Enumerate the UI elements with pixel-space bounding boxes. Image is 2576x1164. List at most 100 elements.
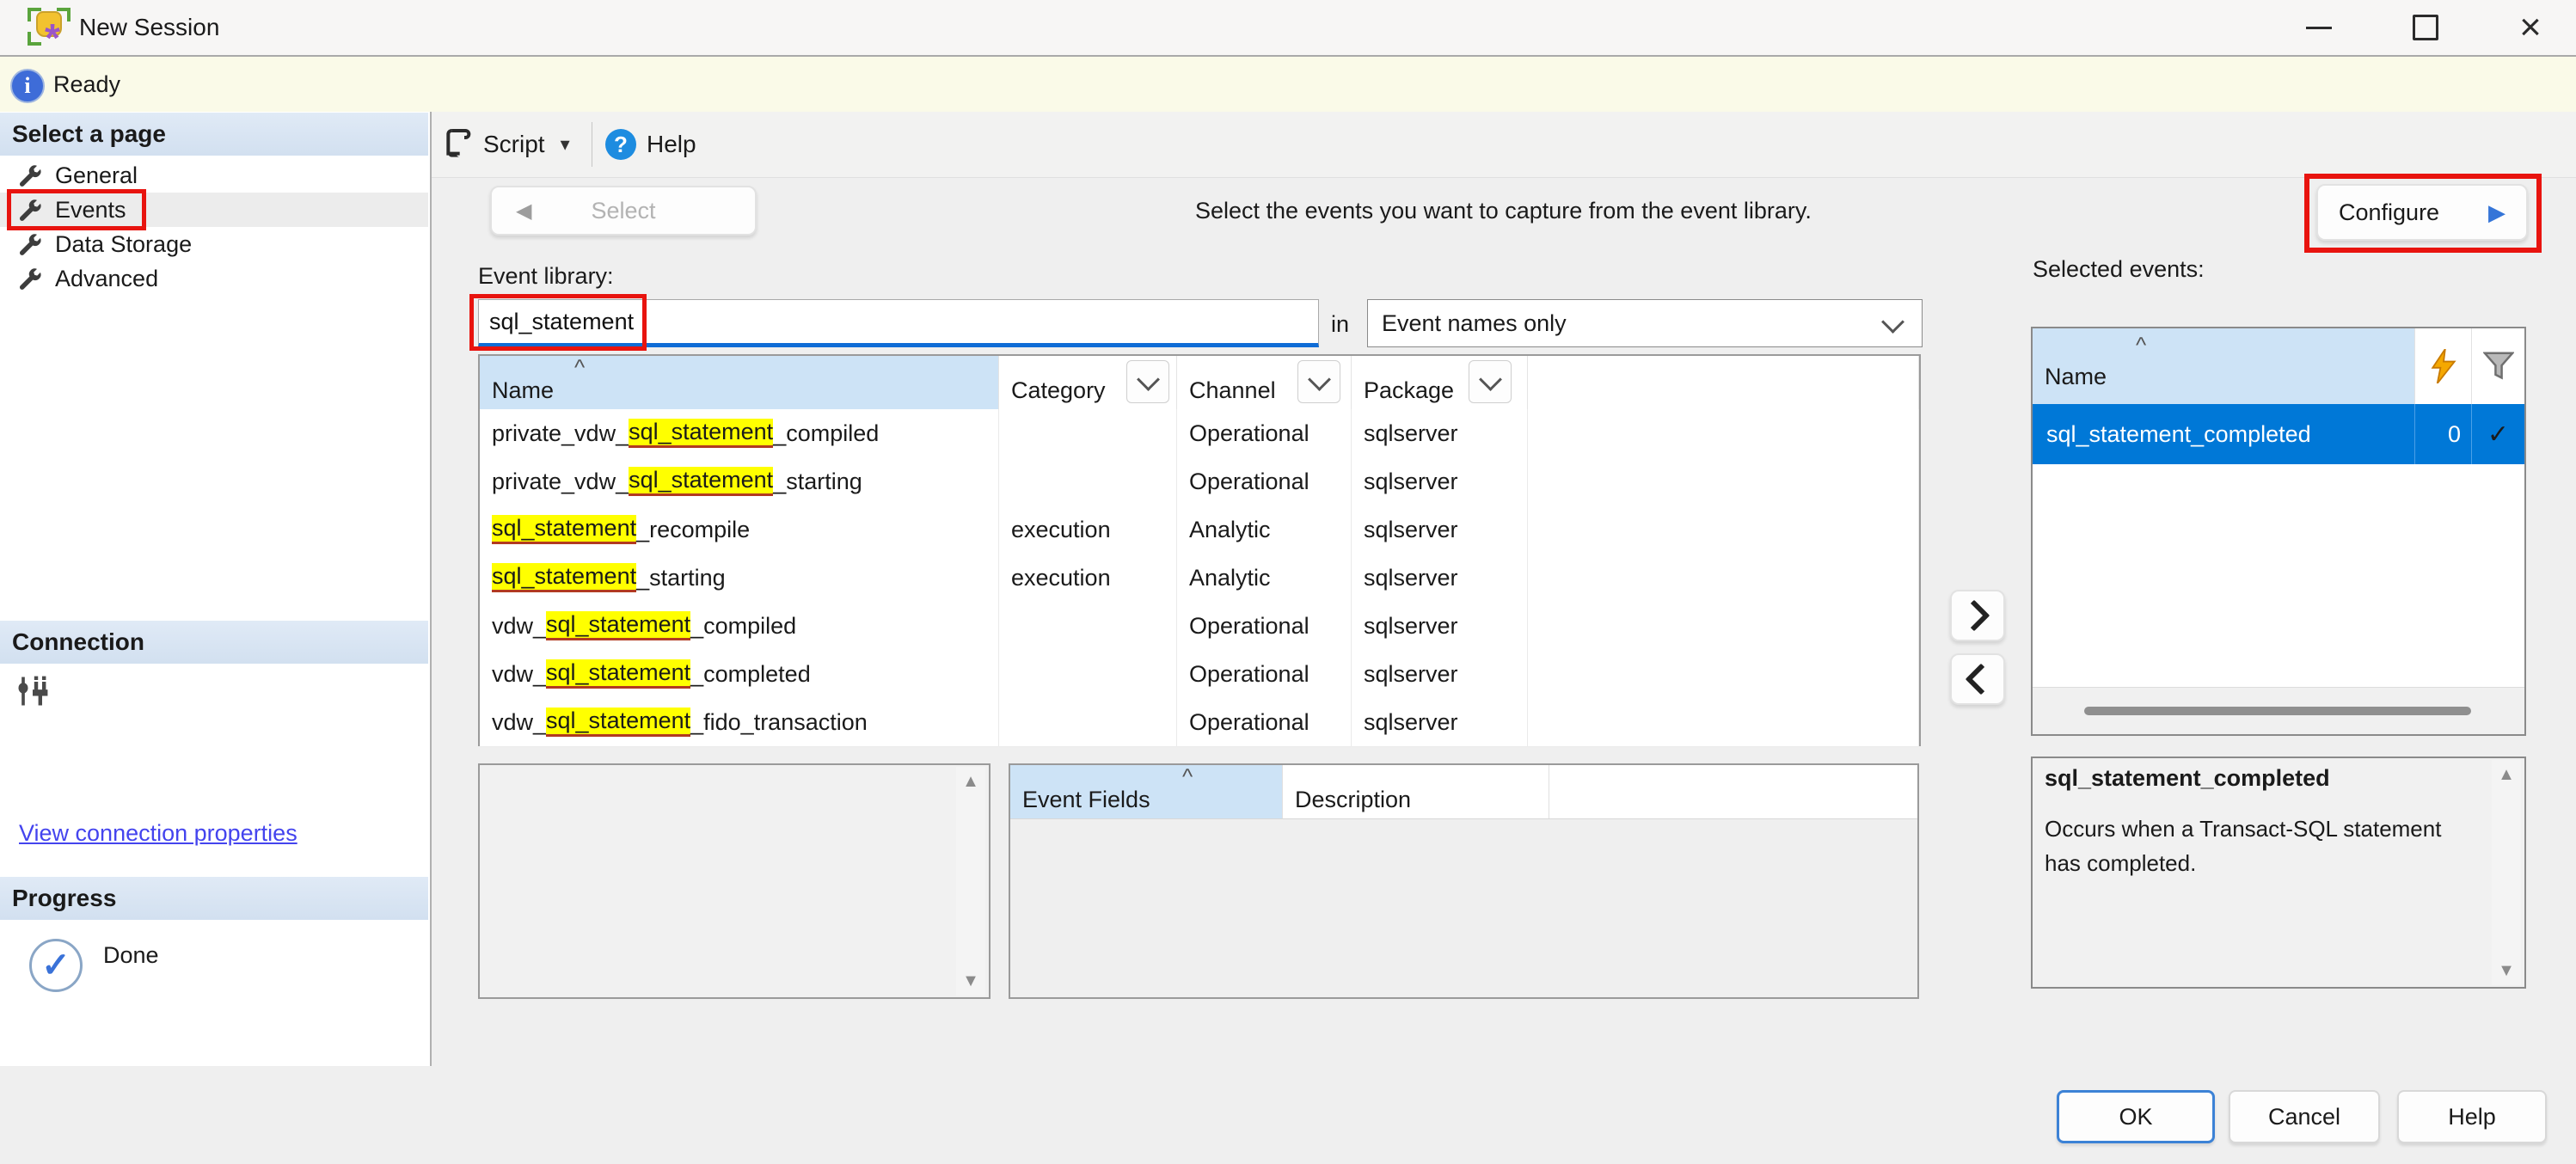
chevron-down-icon xyxy=(1881,310,1904,334)
event-library-label: Event library: xyxy=(478,263,614,290)
script-label: Script xyxy=(483,131,545,158)
progress-header: Progress xyxy=(0,877,428,920)
cancel-button[interactable]: Cancel xyxy=(2229,1090,2380,1143)
select-a-page-header: Select a page xyxy=(0,113,428,156)
horizontal-scrollbar[interactable] xyxy=(2033,687,2524,734)
sort-asc-icon: ^ xyxy=(574,354,585,381)
column-header-name[interactable]: ^ Name xyxy=(2033,328,2415,404)
help-button-footer[interactable]: Help xyxy=(2397,1090,2547,1143)
vertical-scrollbar[interactable]: ▲ ▼ xyxy=(2492,760,2521,985)
help-button[interactable]: ? Help xyxy=(605,112,696,177)
event-description-panel: sql_statement_completed Occurs when a Tr… xyxy=(2031,757,2526,989)
column-header-event-count[interactable] xyxy=(2415,328,2472,404)
channel-filter-dropdown[interactable] xyxy=(1297,360,1340,403)
event-row[interactable]: vdw_sql_statement_fido_transaction Opera… xyxy=(480,698,1919,747)
configure-button[interactable]: Configure ▶ xyxy=(2316,184,2528,241)
sidebar-item-label: Advanced xyxy=(55,266,158,292)
column-header-filler xyxy=(1549,765,1917,818)
scrollbar-thumb[interactable] xyxy=(2084,707,2471,715)
wrench-icon xyxy=(17,197,43,223)
configure-button-label: Configure xyxy=(2339,199,2439,226)
selected-event-name: sql_statement_completed xyxy=(2033,404,2415,464)
chevron-down-icon xyxy=(1137,368,1160,391)
description-body: Occurs when a Transact-SQL statement has… xyxy=(2045,812,2475,881)
search-scope-select[interactable]: Event names only xyxy=(1367,299,1923,347)
sort-asc-icon: ^ xyxy=(2136,332,2146,358)
sort-asc-icon: ^ xyxy=(1182,763,1193,790)
help-label: Help xyxy=(647,131,696,158)
event-row[interactable]: vdw_sql_statement_compiled Operational s… xyxy=(480,602,1919,651)
sidebar-item-events[interactable]: Events xyxy=(0,193,428,227)
minimize-button[interactable] xyxy=(2289,0,2349,55)
column-header-filter[interactable] xyxy=(2472,328,2524,404)
sidebar: Select a page General Events Data Storag… xyxy=(0,112,432,1066)
window-title: New Session xyxy=(79,0,219,55)
scroll-down-icon[interactable]: ▼ xyxy=(956,966,985,996)
event-library-search-input[interactable] xyxy=(478,299,1319,347)
package-filter-dropdown[interactable] xyxy=(1469,360,1512,403)
scroll-down-icon[interactable]: ▼ xyxy=(2492,956,2521,985)
column-header-description[interactable]: Description xyxy=(1283,765,1549,818)
main-toolbar: Script ▾ ? Help xyxy=(432,112,2576,178)
event-fields-table: ^ Event Fields Description xyxy=(1009,763,1919,999)
maximize-button[interactable] xyxy=(2395,0,2456,55)
close-icon: × xyxy=(2519,9,2542,46)
sidebar-item-advanced[interactable]: Advanced xyxy=(0,261,428,296)
event-library-table: ^ Name Category Channel Package private_… xyxy=(478,354,1921,746)
selected-event-row[interactable]: sql_statement_completed 0 ✓ xyxy=(2033,404,2524,464)
sidebar-item-general[interactable]: General xyxy=(0,158,428,193)
event-table-header: ^ Name Category Channel Package xyxy=(480,356,1919,410)
column-header-name[interactable]: ^ Name xyxy=(480,356,999,409)
back-arrow-icon: ◀ xyxy=(516,199,531,224)
description-title: sql_statement_completed xyxy=(2045,765,2330,792)
add-event-button[interactable] xyxy=(1950,590,2005,641)
scroll-up-icon[interactable]: ▲ xyxy=(2492,760,2521,789)
wrench-icon xyxy=(17,266,43,291)
selected-events-label: Selected events: xyxy=(2033,256,2205,283)
script-dropdown-caret-icon[interactable]: ▾ xyxy=(561,133,570,156)
event-row[interactable]: vdw_sql_statement_completed Operational … xyxy=(480,650,1919,699)
chevron-down-icon xyxy=(1479,368,1502,391)
ok-button[interactable]: OK xyxy=(2057,1090,2215,1143)
maximize-icon xyxy=(2413,15,2438,40)
event-preview-pane: ▲ ▼ xyxy=(478,763,991,999)
column-header-event-fields[interactable]: ^ Event Fields xyxy=(1010,765,1283,818)
search-scope-value: Event names only xyxy=(1382,310,1567,337)
in-label: in xyxy=(1331,311,1349,338)
script-button[interactable]: Script ▾ xyxy=(444,112,570,177)
forward-arrow-icon: ▶ xyxy=(2488,199,2505,226)
select-button-label: Select xyxy=(591,198,655,224)
sidebar-item-label: Data Storage xyxy=(55,231,192,258)
wrench-icon xyxy=(17,231,43,257)
progress-done-icon: ✓ xyxy=(29,939,83,992)
wrench-icon xyxy=(17,162,43,188)
category-filter-dropdown[interactable] xyxy=(1126,360,1169,403)
event-row[interactable]: private_vdw_sql_statement_compiled Opera… xyxy=(480,409,1919,458)
instruction-text: Select the events you want to capture fr… xyxy=(1195,198,1812,224)
selected-event-count: 0 xyxy=(2415,404,2472,464)
remove-event-button[interactable] xyxy=(1950,653,2005,705)
event-row[interactable]: sql_statement_recompile execution Analyt… xyxy=(480,505,1919,554)
close-button[interactable]: × xyxy=(2500,0,2561,55)
column-header-package[interactable]: Package xyxy=(1352,356,1528,409)
lightning-icon xyxy=(2431,349,2456,383)
event-row[interactable]: private_vdw_sql_statement_starting Opera… xyxy=(480,457,1919,506)
new-session-dialog: * New Session × i Ready Select a page Ge… xyxy=(0,0,2576,1164)
view-connection-properties-link[interactable]: View connection properties xyxy=(19,820,297,847)
select-events-button[interactable]: ◀ Select xyxy=(490,186,757,236)
chevron-left-icon xyxy=(1966,664,1997,695)
script-icon xyxy=(444,128,471,161)
minimize-icon xyxy=(2306,27,2332,29)
scroll-up-icon[interactable]: ▲ xyxy=(956,767,985,796)
help-icon: ? xyxy=(605,129,636,160)
event-row[interactable]: sql_statement_starting execution Analyti… xyxy=(480,554,1919,603)
connection-header: Connection xyxy=(0,621,428,664)
filter-icon xyxy=(2483,352,2514,381)
check-icon: ✓ xyxy=(2472,404,2524,464)
vertical-scrollbar[interactable]: ▲ ▼ xyxy=(956,767,985,996)
info-icon: i xyxy=(10,69,45,103)
column-header-channel[interactable]: Channel xyxy=(1177,356,1352,409)
chevron-right-icon xyxy=(1959,600,1990,632)
column-header-category[interactable]: Category xyxy=(999,356,1177,409)
sidebar-item-data-storage[interactable]: Data Storage xyxy=(0,227,428,261)
